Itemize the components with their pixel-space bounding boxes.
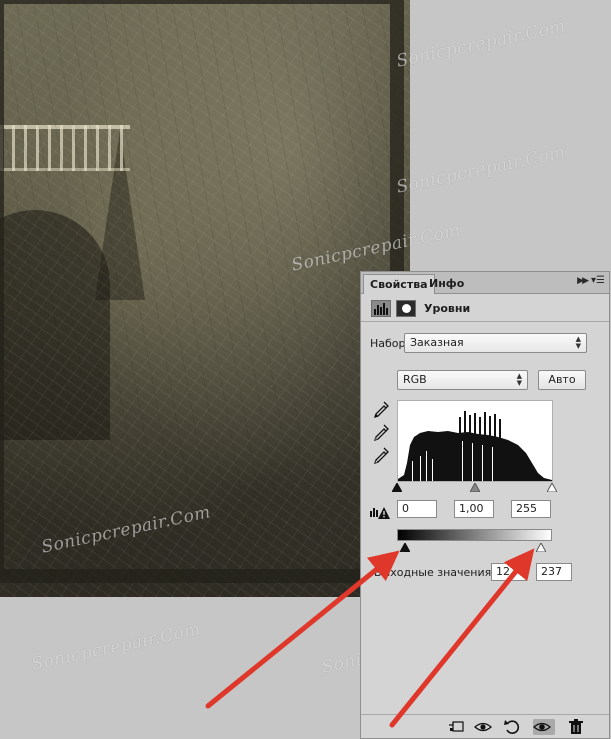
watermark: Sonicpcrepair.Com — [394, 16, 568, 72]
preset-select-value: Заказная — [410, 336, 464, 349]
channel-select-value: RGB — [403, 373, 427, 386]
image-vintage-frame — [0, 0, 404, 583]
panel-menu-icon[interactable]: ▾☰ — [591, 275, 605, 286]
levels-clipping-warning-icon[interactable] — [369, 505, 391, 521]
panel-header: Уровни — [361, 295, 609, 322]
input-black-slider[interactable] — [392, 483, 402, 492]
clip-to-layer-icon[interactable] — [447, 719, 465, 735]
panel-footer — [361, 714, 609, 738]
channel-select[interactable]: RGB ▲ ▼ — [397, 370, 528, 390]
panel-title: Уровни — [424, 302, 471, 315]
black-point-eyedropper-icon[interactable] — [373, 401, 389, 419]
watermark: Sonicpcrepair.Com — [394, 142, 568, 198]
gray-point-eyedropper-icon[interactable] — [373, 424, 389, 442]
output-levels-label: Выходные значения: — [374, 566, 495, 579]
input-black-field[interactable]: 0 — [397, 500, 437, 518]
visibility-eye-icon[interactable] — [533, 719, 555, 735]
output-black-slider[interactable] — [400, 543, 410, 552]
select-arrows-icon: ▲ ▼ — [516, 372, 522, 387]
watermark: Sonicpcrepair.Com — [29, 619, 203, 675]
auto-button[interactable]: Авто — [538, 370, 586, 390]
histogram — [397, 400, 553, 482]
select-arrows-icon: ▲ ▼ — [575, 335, 581, 350]
output-white-field[interactable]: 237 — [536, 563, 572, 581]
reset-icon[interactable] — [503, 719, 521, 735]
input-white-field[interactable]: 255 — [511, 500, 551, 518]
white-point-eyedropper-icon[interactable] — [373, 447, 389, 465]
input-gamma-field[interactable]: 1,00 — [454, 500, 494, 518]
double-chevron-right-icon[interactable]: ▶▶ — [577, 276, 589, 286]
view-previous-state-icon[interactable] — [474, 719, 492, 735]
properties-panel: Свойства Инфо ▶▶ ▾☰ Уровни Набор: Заказн… — [360, 271, 610, 739]
output-levels-gradient — [397, 529, 552, 541]
delete-trash-icon[interactable] — [567, 719, 585, 735]
levels-adjustment-icon[interactable] — [371, 300, 391, 317]
layer-mask-icon[interactable] — [396, 300, 416, 317]
output-white-slider[interactable] — [536, 543, 546, 552]
output-black-field[interactable]: 12 — [491, 563, 527, 581]
input-gamma-slider[interactable] — [470, 483, 480, 492]
input-white-slider[interactable] — [547, 483, 557, 492]
preset-select[interactable]: Заказная ▲ ▼ — [404, 333, 587, 353]
panel-tab-bar: Свойства Инфо ▶▶ ▾☰ — [361, 272, 609, 294]
tab-info[interactable]: Инфо — [423, 274, 470, 294]
